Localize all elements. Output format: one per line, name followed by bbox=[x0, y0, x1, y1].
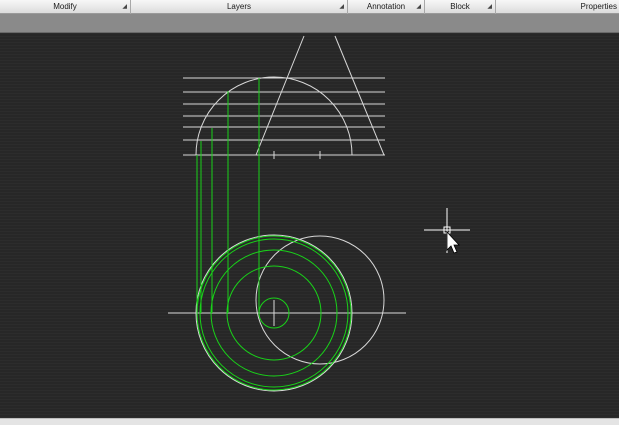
ribbon-panel-modify[interactable]: Modify ◢ bbox=[0, 0, 131, 14]
ribbon-panel-label: Properties bbox=[580, 2, 617, 11]
ribbon-panel-label: Modify bbox=[53, 2, 77, 11]
dropdown-arrow-icon[interactable]: ◢ bbox=[487, 0, 492, 14]
cone-edge-left bbox=[255, 35, 305, 156]
file-tab-strip bbox=[0, 14, 619, 33]
drawing-canvas[interactable] bbox=[0, 33, 619, 418]
dropdown-arrow-icon[interactable]: ◢ bbox=[339, 0, 344, 14]
status-strip bbox=[0, 418, 619, 425]
dropdown-arrow-icon[interactable]: ◢ bbox=[416, 0, 421, 14]
ribbon-panel-label: Block bbox=[450, 2, 470, 11]
ribbon-panel-layers[interactable]: Layers ◢ bbox=[131, 0, 348, 14]
ribbon-panel-label: Annotation bbox=[366, 2, 406, 11]
ribbon-panel-properties[interactable]: Properties bbox=[496, 0, 619, 14]
drawing-geometry bbox=[168, 35, 470, 392]
ribbon-panel-bar: Modify ◢ Layers ◢ Annotation ◢ Block ◢ P… bbox=[0, 0, 619, 14]
dropdown-arrow-icon[interactable]: ◢ bbox=[122, 0, 127, 14]
ribbon-panel-annotation[interactable]: Annotation ◢ bbox=[348, 0, 425, 14]
arrow-pointer-icon bbox=[446, 230, 460, 254]
cone-edge-right bbox=[334, 35, 385, 156]
ribbon-panel-label: Layers bbox=[226, 2, 251, 11]
ribbon-panel-block[interactable]: Block ◢ bbox=[425, 0, 496, 14]
